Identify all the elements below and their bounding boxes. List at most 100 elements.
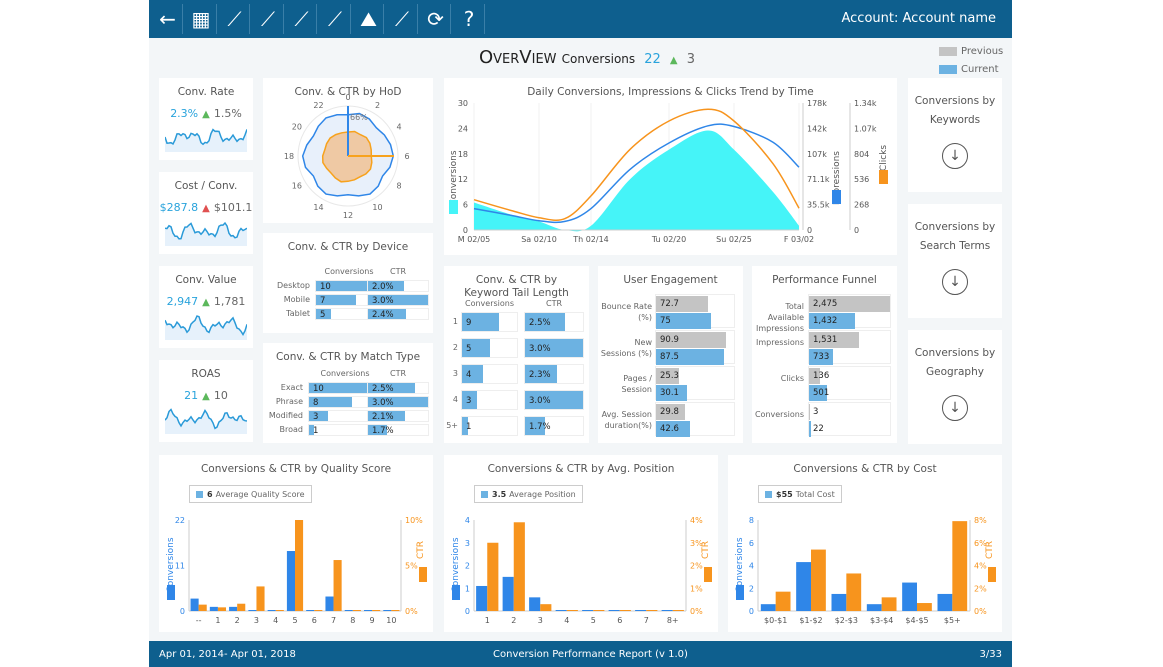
download-arrow-icon[interactable]: ↓ — [942, 143, 968, 169]
chart-percent-button[interactable]: ⟋ — [321, 4, 351, 34]
y-left-title: Conversions — [735, 537, 745, 592]
row-label: Exact — [280, 383, 303, 392]
x-tick-label: 1 — [485, 616, 490, 625]
back-arrow-button[interactable]: ← — [153, 4, 183, 34]
x-tick-label: 4 — [273, 616, 278, 625]
comparison-bar-cell: 90.9 87.5 — [655, 330, 735, 365]
help-button[interactable]: ? — [455, 4, 485, 34]
x-tick-label: $0-$1 — [764, 616, 787, 625]
y-left-tick: 22 — [175, 516, 185, 525]
ctr-value: 1.7% — [372, 426, 394, 436]
chart-check-button[interactable]: ⟋ — [388, 4, 418, 34]
ctr-bar — [672, 610, 684, 611]
x-tick-label: $3-$4 — [870, 616, 893, 625]
conv-bar-cell: 1 — [461, 416, 518, 436]
report-page: ← ▦ ⟋ ⟋ ⟋ ⟋ ⛰ ⟋ ⟳? Account: Account name OverVie… — [149, 0, 1012, 667]
x-tick-label: 4 — [564, 616, 569, 625]
current-value: 1,432 — [813, 316, 838, 326]
y-left-tick: 0 — [180, 607, 185, 616]
chart-search-button[interactable]: ⟋ — [287, 4, 317, 34]
y-right-tick: 4% — [690, 516, 703, 525]
row-label: Broad — [279, 425, 303, 434]
previous-value: 3 — [813, 407, 819, 417]
y-tick-label: 268 — [854, 201, 869, 210]
ctr-bar — [881, 597, 897, 611]
kpi-current: $287.8 — [159, 201, 199, 214]
ctr-bar-cell: 2.5% — [524, 312, 584, 332]
drilldown-card[interactable]: Conversions by Keywords ↓ — [908, 78, 1002, 192]
kpi-sparkline — [165, 315, 247, 340]
radar-ring-label: 66% — [350, 113, 368, 122]
y-left-title: Conversions — [166, 537, 176, 592]
download-arrow-icon[interactable]: ↓ — [942, 395, 968, 421]
conv-value: 1 — [313, 426, 319, 436]
y-tick-label: 536 — [854, 175, 869, 184]
comparison-bar-cell: 72.7 75 — [655, 294, 735, 329]
match-type-card: Conv. & CTR by Match Type Conversions CTR… — [263, 343, 433, 443]
y-tick-label: 1.34k — [854, 99, 877, 108]
back-arrow-icon: ← — [159, 7, 176, 31]
current-value: 42.6 — [660, 424, 679, 434]
previous-value: 136 — [813, 371, 830, 381]
y-right-tick: 0% — [974, 607, 987, 616]
bar-chart: 012340%1%2%3%4%1 2 3 4 5 6 7 8+Conversions CTR — [451, 516, 712, 625]
conversions-swatch — [452, 585, 460, 600]
current-swatch — [939, 64, 957, 74]
table-grid-button[interactable]: ▦ — [187, 4, 217, 34]
chart-label-icon: ⟋ — [227, 7, 242, 31]
row-label: Clicks — [780, 374, 804, 383]
chart-label-button[interactable]: ⟋ — [220, 4, 250, 34]
x-tick-label: 3 — [254, 616, 259, 625]
ctr-bar — [619, 610, 631, 611]
y-tick-label: 804 — [854, 150, 869, 159]
conversions-bar — [661, 610, 673, 611]
conversions-swatch — [167, 585, 175, 600]
kpi-previous: 10 — [213, 389, 228, 402]
ctr-value: 3.0% — [529, 344, 551, 354]
y-left-tick: 3 — [465, 539, 470, 548]
ctr-bar — [352, 610, 361, 611]
row-label: Modified — [268, 411, 303, 420]
conversions-bar — [267, 610, 276, 611]
conv-value: 8 — [313, 398, 319, 408]
chart-dollar-button[interactable]: ⟋ — [254, 4, 284, 34]
dollar-cycle-icon: ⟳ — [427, 7, 444, 31]
drilldown-card[interactable]: Conversions by Geography ↓ — [908, 330, 1002, 444]
sparkline-area — [165, 223, 247, 246]
row-label: 2 — [452, 343, 458, 352]
chart-dollar-icon: ⟋ — [261, 7, 275, 31]
kpi-title: Conv. Value — [175, 274, 237, 286]
kpi-title: ROAS — [191, 368, 221, 380]
ctr-bar-cell: 2.0% — [367, 280, 429, 292]
account-name[interactable]: Account: Account name — [842, 11, 997, 26]
ctr-value: 2.0% — [372, 282, 394, 292]
kpi-card: Cost / Conv. $287.8 ▲ $101.1 — [159, 172, 253, 254]
previous-value: 29.8 — [660, 407, 679, 417]
download-arrow-icon[interactable]: ↓ — [942, 269, 968, 295]
kpi-current: 21 — [184, 389, 199, 402]
ctr-bar-cell: 2.1% — [367, 410, 429, 422]
tail-title: Conv. & CTR by Keyword Tail Length — [464, 274, 569, 299]
x-tick-label: 8 — [350, 616, 355, 625]
y-right-tick: 4% — [974, 562, 987, 571]
y-right-tick: 5% — [405, 562, 418, 571]
x-tick-label: 5 — [591, 616, 596, 625]
bar-chart-card: Conversions & CTR by Avg. Position 3.5 Ave… — [444, 455, 718, 632]
x-tick-label: 8+ — [667, 616, 679, 625]
mountain-dollar-button[interactable]: ⛰ — [354, 4, 384, 34]
conv-bar-cell: 5 — [461, 338, 518, 358]
row-label: Tablet — [286, 309, 310, 318]
previous-bar — [809, 404, 811, 420]
radar-hour-label: 2 — [375, 101, 380, 110]
hod-card: Conv. & CTR by HoD 66% 0 2 4 6 8 10 12 14 16 18 20 2… — [263, 78, 433, 223]
y-right-title: CTR — [701, 541, 711, 559]
x-tick-label: $5+ — [944, 616, 961, 625]
comparison-bar-cell: 25.3 30.1 — [655, 366, 735, 401]
drilldown-card[interactable]: Conversions by Search Terms ↓ — [908, 204, 1002, 318]
comparison-bar-cell: 3 22 — [808, 402, 891, 437]
ctr-bar — [314, 610, 323, 611]
dollar-cycle-button[interactable]: ⟳ — [421, 4, 451, 34]
ctr-bar — [917, 603, 932, 611]
conversions-area — [474, 130, 799, 232]
ctr-swatch — [419, 567, 427, 582]
